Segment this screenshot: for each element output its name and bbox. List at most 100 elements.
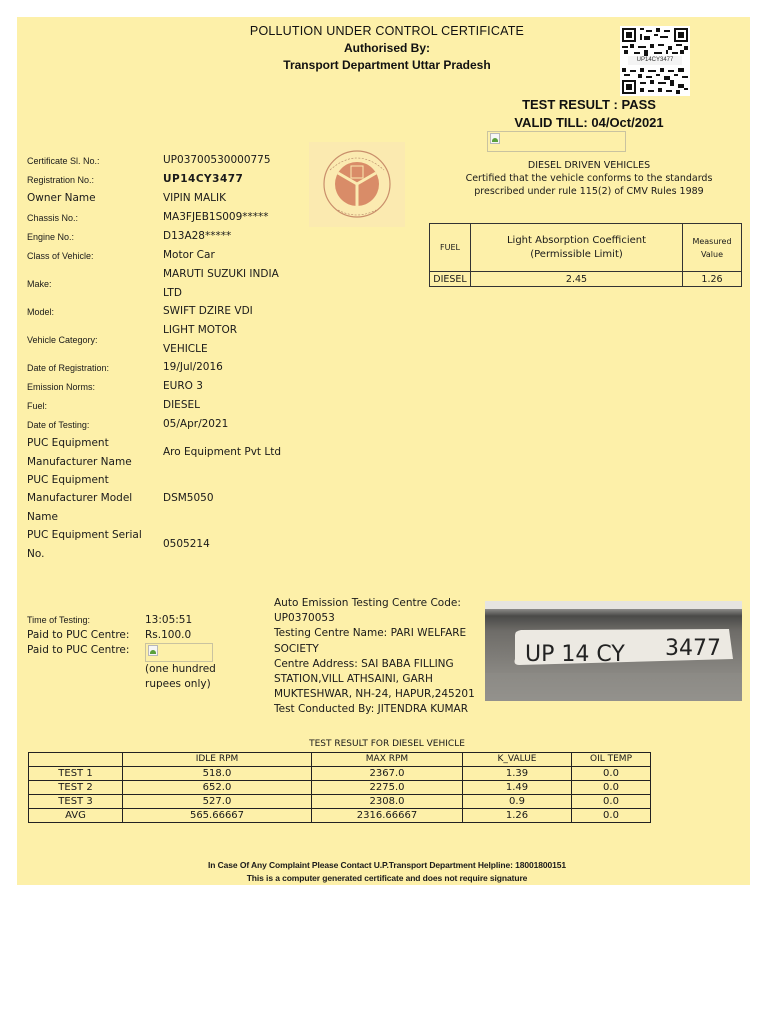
detail-label: Date of Testing: bbox=[27, 419, 90, 430]
detail-label: Owner Name bbox=[27, 192, 96, 205]
diesel-results-title: TEST RESULT FOR DIESEL VEHICLE bbox=[309, 739, 465, 749]
detail-value: Aro Equipment Pvt Ltd bbox=[163, 446, 281, 458]
paid-label-2: Paid to PUC Centre: bbox=[27, 644, 130, 656]
table-header-row: IDLE RPM MAX RPM K_VALUE OIL TEMP bbox=[28, 752, 651, 767]
time-of-testing-value: 13:05:51 bbox=[145, 614, 193, 626]
plate-text-right: 3477 bbox=[665, 636, 721, 661]
cell: 0.9 bbox=[462, 794, 572, 809]
payment-info: Time of Testing: 13:05:51 Paid to PUC Ce… bbox=[27, 613, 277, 692]
measured-header: Measured Value bbox=[682, 223, 742, 272]
cell: 1.39 bbox=[462, 766, 572, 781]
detail-date-of-registration: Date of Registration: 19/Jul/2016 bbox=[27, 358, 297, 377]
detail-value: EURO 3 bbox=[163, 380, 203, 392]
detail-value: 0505214 bbox=[163, 538, 210, 550]
detail-class-of-vehicle: Class of Vehicle: Motor Car bbox=[27, 246, 297, 265]
cell: TEST 2 bbox=[28, 780, 123, 795]
time-of-testing-row: Time of Testing: 13:05:51 bbox=[27, 613, 277, 628]
cell: 0.0 bbox=[571, 808, 651, 823]
centre-address-label: Centre Address: bbox=[274, 657, 358, 670]
fuel-header: FUEL bbox=[429, 223, 471, 272]
detail-model: Model: SWIFT DZIRE VDI bbox=[27, 302, 297, 321]
cell: 0.0 bbox=[571, 780, 651, 795]
detail-value: SWIFT DZIRE VDI bbox=[163, 305, 253, 317]
vehicle-category-heading: DIESEL DRIVEN VEHICLES bbox=[527, 160, 651, 171]
qr-registration-label: UP14CY3477 bbox=[628, 56, 682, 65]
detail-value: MARUTI SUZUKI INDIA LTD bbox=[163, 267, 279, 299]
cell: 518.0 bbox=[122, 766, 312, 781]
up-government-emblem bbox=[309, 142, 405, 227]
certification-line-1: Certified that the vehicle conforms to t… bbox=[465, 173, 713, 184]
cell: TEST 3 bbox=[28, 794, 123, 809]
detail-value: 19/Jul/2016 bbox=[163, 361, 223, 373]
detail-label: Make: bbox=[27, 278, 52, 289]
cell: 2275.0 bbox=[311, 780, 463, 795]
cell: 652.0 bbox=[122, 780, 312, 795]
cell: 1.26 bbox=[462, 808, 572, 823]
table-row: DIESEL 2.45 1.26 bbox=[429, 271, 742, 287]
paid-row-2: Paid to PUC Centre: (one hundred rupees … bbox=[27, 643, 277, 692]
test-conducted-by: Test Conducted By: JITENDRA KUMAR bbox=[274, 702, 499, 717]
detail-certificate-no: Certificate Sl. No.: UP03700530000775 bbox=[27, 151, 297, 170]
centre-name: Testing Centre Name: PARI WELFARE SOCIET… bbox=[274, 626, 499, 656]
detail-value: UP14CY3477 bbox=[163, 173, 244, 185]
broken-image-placeholder bbox=[145, 643, 213, 662]
detail-label: PUC Equipment Manufacturer Model Name bbox=[27, 473, 133, 523]
cell: TEST 1 bbox=[28, 766, 123, 781]
paid-value-2: (one hundred rupees only) bbox=[145, 643, 250, 692]
cell: 2316.66667 bbox=[311, 808, 463, 823]
paid-row: Paid to PUC Centre: Rs.100.0 bbox=[27, 628, 277, 643]
detail-label: PUC Equipment Serial No. bbox=[27, 529, 142, 560]
column-header bbox=[28, 752, 123, 767]
detail-equipment-manufacturer: PUC Equipment Manufacturer Name Aro Equi… bbox=[27, 434, 297, 471]
state-emblem-icon bbox=[323, 150, 391, 218]
column-header: K_VALUE bbox=[462, 752, 572, 767]
detail-equipment-serial: PUC Equipment Serial No. 0505214 bbox=[27, 526, 297, 563]
detail-label: PUC Equipment Manufacturer Name bbox=[27, 437, 132, 468]
cell: 0.0 bbox=[571, 794, 651, 809]
cell: 2308.0 bbox=[311, 794, 463, 809]
detail-value: DIESEL bbox=[163, 399, 200, 411]
detail-label: Model: bbox=[27, 306, 55, 317]
detail-label: Chassis No.: bbox=[27, 212, 79, 223]
centre-code: UP0370053 bbox=[274, 612, 335, 625]
detail-owner-name: Owner Name VIPIN MALIK bbox=[27, 189, 297, 208]
detail-make: Make: MARUTI SUZUKI INDIA LTD bbox=[27, 265, 297, 302]
detail-vehicle-category: Vehicle Category: LIGHT MOTOR VEHICLE bbox=[27, 321, 297, 358]
conducted-by-value: JITENDRA KUMAR bbox=[377, 703, 469, 716]
cell: AVG bbox=[28, 808, 123, 823]
detail-value: DSM5050 bbox=[163, 492, 214, 504]
detail-value: MA3FJEB1S009***** bbox=[163, 211, 269, 223]
detail-value: UP03700530000775 bbox=[163, 154, 271, 166]
paid-label: Paid to PUC Centre: bbox=[27, 629, 130, 641]
limit-cell: 2.45 bbox=[470, 271, 683, 287]
valid-till: VALID TILL: 04/Oct/2021 bbox=[514, 115, 664, 130]
cell: 1.49 bbox=[462, 780, 572, 795]
centre-code-label: Auto Emission Testing Centre Code: bbox=[274, 597, 461, 609]
measured-cell: 1.26 bbox=[682, 271, 742, 287]
detail-value: Motor Car bbox=[163, 249, 215, 261]
detail-emission-norms: Emission Norms: EURO 3 bbox=[27, 377, 297, 396]
detail-date-of-testing: Date of Testing: 05/Apr/2021 bbox=[27, 415, 297, 434]
plate-text-left: UP 14 CY bbox=[525, 642, 625, 667]
cell: 0.0 bbox=[571, 766, 651, 781]
coefficient-header-line-1: Light Absorption Coefficient bbox=[506, 234, 647, 246]
time-of-testing-label: Time of Testing: bbox=[27, 615, 91, 625]
helpline-notice: In Case Of Any Complaint Please Contact … bbox=[208, 860, 566, 870]
column-header: MAX RPM bbox=[311, 752, 463, 767]
centre-name-label: Testing Centre Name: bbox=[274, 627, 388, 640]
detail-value: LIGHT MOTOR VEHICLE bbox=[163, 323, 238, 355]
coefficient-header: Light Absorption Coefficient (Permissibl… bbox=[470, 223, 683, 272]
detail-label: Date of Registration: bbox=[27, 362, 110, 373]
detail-registration-no: Registration No.: UP14CY3477 bbox=[27, 170, 297, 189]
detail-equipment-model: PUC Equipment Manufacturer Model Name DS… bbox=[27, 471, 297, 526]
broken-image-icon bbox=[490, 133, 500, 144]
computer-generated-note: This is a computer generated certificate… bbox=[246, 873, 528, 883]
detail-engine-no: Engine No.: D13A28***** bbox=[27, 227, 297, 246]
cell: 527.0 bbox=[122, 794, 312, 809]
certification-statement: Certified that the vehicle conforms to t… bbox=[419, 172, 759, 198]
detail-label: Emission Norms: bbox=[27, 381, 96, 392]
detail-fuel: Fuel: DIESEL bbox=[27, 396, 297, 415]
conducted-by-label: Test Conducted By: bbox=[274, 703, 375, 716]
cell: 2367.0 bbox=[311, 766, 463, 781]
detail-label: Vehicle Category: bbox=[27, 334, 98, 345]
